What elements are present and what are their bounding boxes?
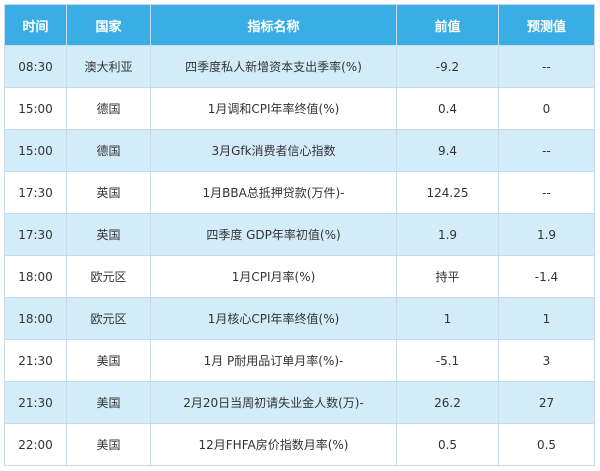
table-row: 18:00 欧元区 1月CPI月率(%) 持平 -1.4: [4, 255, 595, 298]
cell-previous: -9.2: [396, 45, 499, 88]
cell-previous: 1: [396, 297, 499, 340]
table-row: 21:30 美国 2月20日当周初请失业金人数(万)- 26.2 27: [4, 381, 595, 424]
header-forecast: 预测值: [498, 4, 595, 46]
cell-country: 德国: [66, 87, 151, 130]
cell-previous: 9.4: [396, 129, 499, 172]
cell-country: 英国: [66, 171, 151, 214]
cell-forecast: -1.4: [498, 255, 595, 298]
cell-indicator: 1月调和CPI年率终值(%): [150, 87, 397, 130]
cell-forecast: 1: [498, 297, 595, 340]
header-indicator: 指标名称: [150, 4, 397, 46]
cell-country: 澳大利亚: [66, 45, 151, 88]
table-row: 17:30 英国 四季度 GDP年率初值(%) 1.9 1.9: [4, 213, 595, 256]
cell-country: 美国: [66, 339, 151, 382]
economic-calendar: 时间 国家 指标名称 前值 预测值 08:30 澳大利亚 四季度私人新增资本支出…: [4, 4, 595, 466]
cell-country: 欧元区: [66, 255, 151, 298]
cell-country: 欧元区: [66, 297, 151, 340]
table-header-row: 时间 国家 指标名称 前值 预测值: [4, 4, 595, 46]
cell-time: 21:30: [4, 381, 67, 424]
economic-calendar-table: 时间 国家 指标名称 前值 预测值 08:30 澳大利亚 四季度私人新增资本支出…: [4, 4, 595, 466]
cell-indicator: 3月Gfk消费者信心指数: [150, 129, 397, 172]
cell-previous: 0.5: [396, 423, 499, 466]
cell-time: 15:00: [4, 87, 67, 130]
table-row: 21:30 美国 1月 P耐用品订单月率(%)- -5.1 3: [4, 339, 595, 382]
header-country: 国家: [66, 4, 151, 46]
cell-indicator: 2月20日当周初请失业金人数(万)-: [150, 381, 397, 424]
cell-forecast: 3: [498, 339, 595, 382]
cell-time: 17:30: [4, 213, 67, 256]
cell-indicator: 1月CPI月率(%): [150, 255, 397, 298]
cell-indicator: 12月FHFA房价指数月率(%): [150, 423, 397, 466]
cell-previous: 26.2: [396, 381, 499, 424]
cell-forecast: 0.5: [498, 423, 595, 466]
table-row: 15:00 德国 3月Gfk消费者信心指数 9.4 --: [4, 129, 595, 172]
cell-previous: 持平: [396, 255, 499, 298]
cell-previous: 0.4: [396, 87, 499, 130]
cell-forecast: --: [498, 45, 595, 88]
table-row: 17:30 英国 1月BBA总抵押贷款(万件)- 124.25 --: [4, 171, 595, 214]
cell-time: 08:30: [4, 45, 67, 88]
cell-indicator: 1月BBA总抵押贷款(万件)-: [150, 171, 397, 214]
cell-forecast: 27: [498, 381, 595, 424]
cell-country: 德国: [66, 129, 151, 172]
cell-previous: -5.1: [396, 339, 499, 382]
cell-indicator: 四季度 GDP年率初值(%): [150, 213, 397, 256]
table-row: 15:00 德国 1月调和CPI年率终值(%) 0.4 0: [4, 87, 595, 130]
cell-time: 18:00: [4, 297, 67, 340]
cell-forecast: 1.9: [498, 213, 595, 256]
cell-indicator: 四季度私人新增资本支出季率(%): [150, 45, 397, 88]
cell-country: 美国: [66, 381, 151, 424]
header-time: 时间: [4, 4, 67, 46]
cell-time: 21:30: [4, 339, 67, 382]
table-row: 08:30 澳大利亚 四季度私人新增资本支出季率(%) -9.2 --: [4, 45, 595, 88]
cell-previous: 124.25: [396, 171, 499, 214]
table-row: 18:00 欧元区 1月核心CPI年率终值(%) 1 1: [4, 297, 595, 340]
cell-forecast: 0: [498, 87, 595, 130]
cell-previous: 1.9: [396, 213, 499, 256]
cell-indicator: 1月 P耐用品订单月率(%)-: [150, 339, 397, 382]
cell-forecast: --: [498, 171, 595, 214]
cell-indicator: 1月核心CPI年率终值(%): [150, 297, 397, 340]
cell-country: 美国: [66, 423, 151, 466]
cell-forecast: --: [498, 129, 595, 172]
header-previous: 前值: [396, 4, 499, 46]
cell-time: 22:00: [4, 423, 67, 466]
cell-country: 英国: [66, 213, 151, 256]
cell-time: 15:00: [4, 129, 67, 172]
table-row: 22:00 美国 12月FHFA房价指数月率(%) 0.5 0.5: [4, 423, 595, 466]
cell-time: 18:00: [4, 255, 67, 298]
cell-time: 17:30: [4, 171, 67, 214]
